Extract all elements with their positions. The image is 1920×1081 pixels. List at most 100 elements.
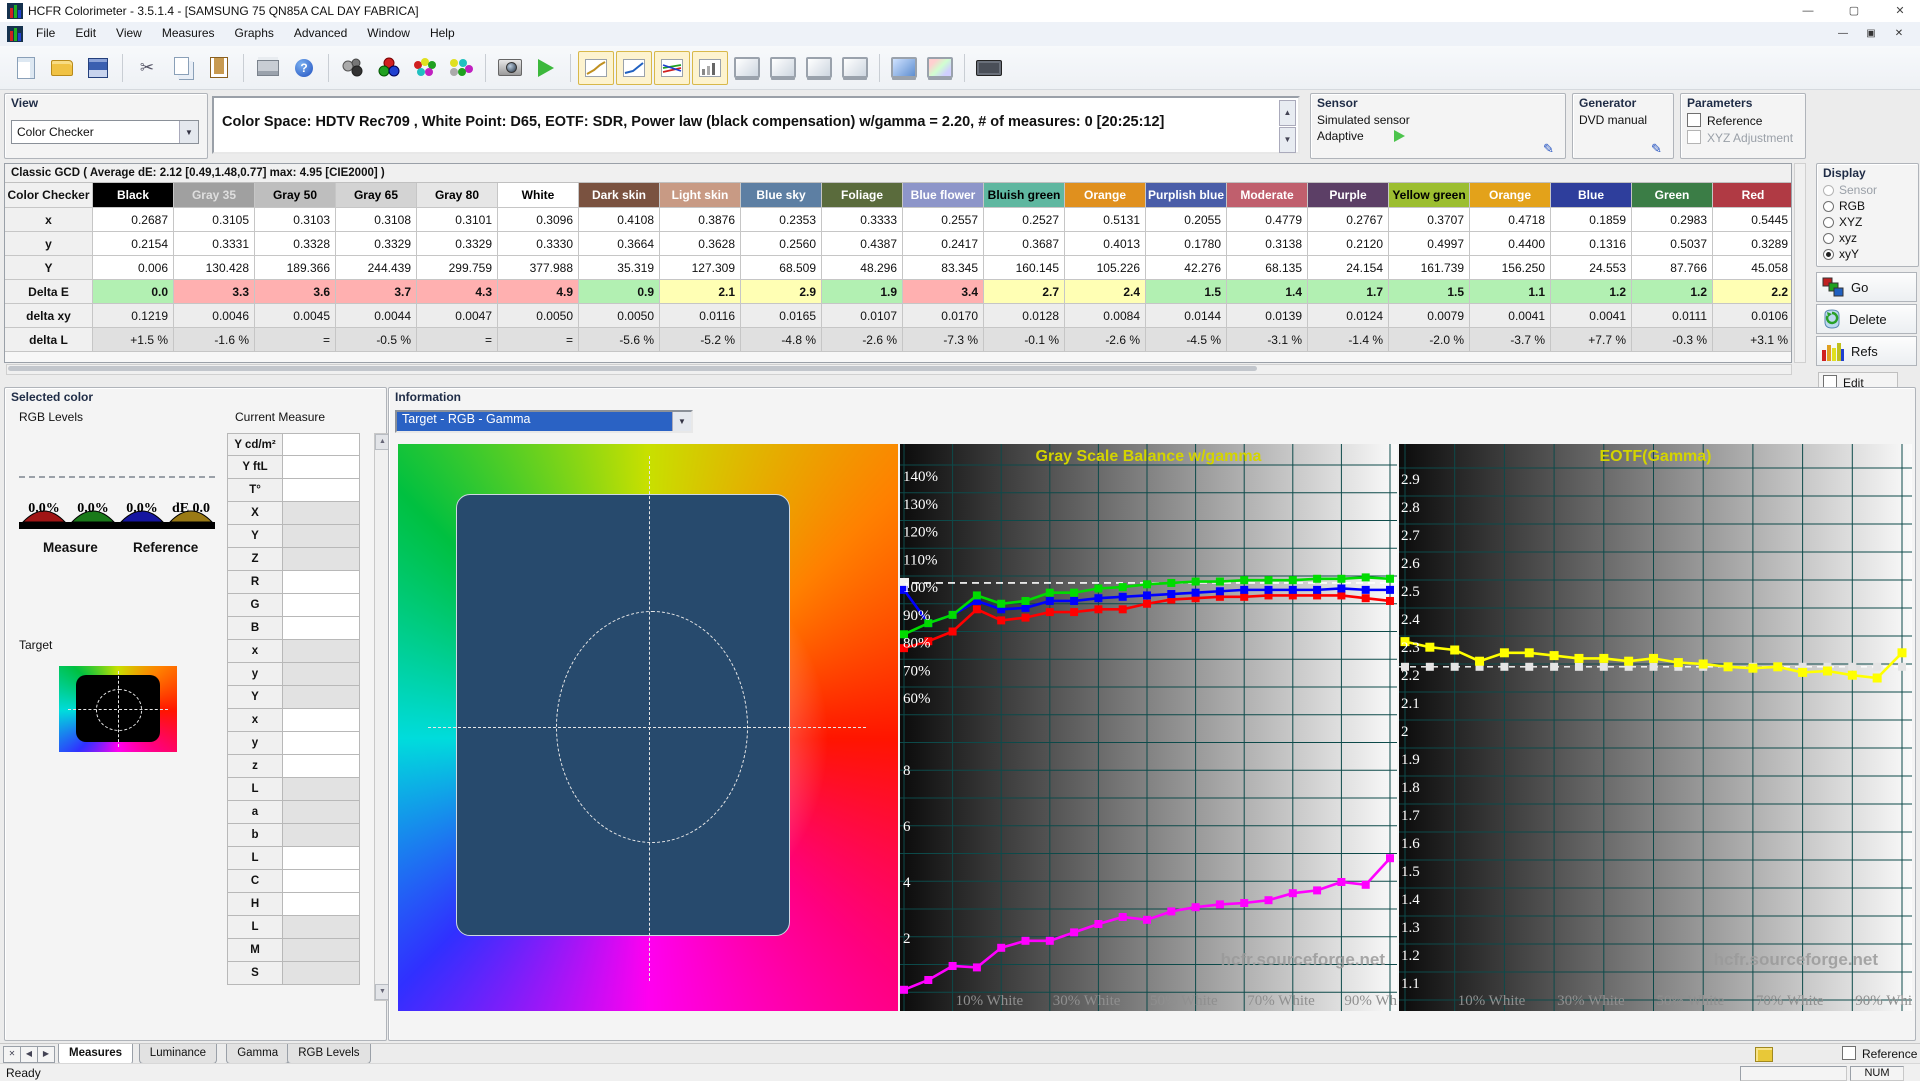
column-header[interactable]: Blue flower bbox=[903, 183, 984, 208]
view-measures-grid-button[interactable] bbox=[766, 52, 800, 84]
table-horizontal-scrollbar[interactable] bbox=[6, 364, 1792, 375]
new-file-button[interactable] bbox=[9, 52, 43, 84]
column-header[interactable]: Gray 65 bbox=[336, 183, 417, 208]
reference-checkbox[interactable]: Reference bbox=[1842, 1046, 1917, 1061]
reference-checkbox[interactable]: Reference bbox=[1681, 112, 1805, 129]
column-header[interactable]: Red bbox=[1713, 183, 1792, 208]
measure-primaries-button[interactable] bbox=[372, 52, 406, 84]
column-header[interactable]: Light skin bbox=[660, 183, 741, 208]
column-header[interactable]: Gray 80 bbox=[417, 183, 498, 208]
go-button[interactable]: Go bbox=[1816, 272, 1917, 302]
display-radio-xyz[interactable]: xyz bbox=[1817, 230, 1918, 246]
scrollbar-thumb[interactable] bbox=[8, 366, 1257, 371]
column-header[interactable]: Blue bbox=[1551, 183, 1632, 208]
view-luminance-button[interactable] bbox=[578, 51, 614, 85]
measure-row-value bbox=[283, 732, 360, 755]
print-button[interactable] bbox=[251, 52, 285, 84]
table-cell: 68.135 bbox=[1227, 256, 1308, 280]
tab-measures[interactable]: Measures bbox=[58, 1044, 133, 1065]
measure-colorchecker-button[interactable] bbox=[444, 52, 478, 84]
menu-item-advanced[interactable]: Advanced bbox=[284, 22, 357, 44]
view-pattern-blue-button[interactable] bbox=[887, 52, 921, 84]
spinner-up-icon[interactable]: ▲ bbox=[1279, 100, 1296, 126]
delete-button[interactable]: Delete bbox=[1816, 304, 1917, 334]
table-cell: -5.6 % bbox=[579, 328, 660, 352]
column-header[interactable]: Green bbox=[1632, 183, 1713, 208]
column-header[interactable]: Black bbox=[93, 183, 174, 208]
column-header[interactable]: Orange bbox=[1470, 183, 1551, 208]
current-measure-scrollbar[interactable]: ▲ ▼ bbox=[374, 433, 389, 1001]
cut-button[interactable]: ✂ bbox=[130, 52, 164, 84]
run-measures-button[interactable] bbox=[529, 52, 563, 84]
column-header[interactable]: Gray 35 bbox=[174, 183, 255, 208]
open-file-button[interactable] bbox=[45, 52, 79, 84]
view-rgb-levels-button[interactable] bbox=[654, 51, 690, 85]
display-radio-xyy[interactable]: xyY bbox=[1817, 246, 1918, 262]
table-vertical-scrollbar[interactable] bbox=[1794, 163, 1806, 363]
svg-text:10% White: 10% White bbox=[956, 993, 1024, 1009]
measure-row-value bbox=[283, 939, 360, 962]
tab-luminance[interactable]: Luminance bbox=[139, 1044, 217, 1064]
generator-edit-icon[interactable]: ✎ bbox=[1651, 141, 1667, 155]
column-header[interactable]: Moderate bbox=[1227, 183, 1308, 208]
mdi-minimize-icon[interactable]: — bbox=[1830, 26, 1856, 42]
column-header[interactable]: Orange bbox=[1065, 183, 1146, 208]
view-pattern-color-button[interactable] bbox=[923, 52, 957, 84]
close-icon[interactable]: ✕ bbox=[1880, 0, 1920, 22]
menu-item-measures[interactable]: Measures bbox=[152, 22, 225, 44]
mdi-restore-icon[interactable]: ▣ bbox=[1858, 26, 1884, 42]
table-cell: 0.0045 bbox=[255, 304, 336, 328]
column-header[interactable]: Foliage bbox=[822, 183, 903, 208]
menu-item-graphs[interactable]: Graphs bbox=[225, 22, 284, 44]
column-header[interactable]: Purplish blue bbox=[1146, 183, 1227, 208]
information-dropdown[interactable]: Target - RGB - Gamma ▼ bbox=[395, 410, 693, 433]
sensor-edit-icon[interactable]: ✎ bbox=[1543, 141, 1559, 155]
maximize-icon[interactable]: ▢ bbox=[1834, 0, 1874, 22]
table-cell: 45.058 bbox=[1713, 256, 1792, 280]
column-header[interactable]: Blue sky bbox=[741, 183, 822, 208]
paste-button[interactable] bbox=[202, 52, 236, 84]
mdi-close-icon[interactable]: ✕ bbox=[1886, 26, 1912, 42]
info-bar-spinner[interactable]: ▲ ▼ bbox=[1279, 100, 1296, 150]
column-header[interactable]: Gray 50 bbox=[255, 183, 336, 208]
capture-button[interactable] bbox=[493, 52, 527, 84]
minimize-icon[interactable]: — bbox=[1788, 0, 1828, 22]
display-radio-rgb[interactable]: RGB bbox=[1817, 198, 1918, 214]
refs-button[interactable]: Refs bbox=[1816, 336, 1917, 366]
view-cie-button[interactable] bbox=[730, 52, 764, 84]
svg-text:2.4: 2.4 bbox=[1401, 612, 1420, 628]
table-cell: 1.5 bbox=[1389, 280, 1470, 304]
tab-next-icon[interactable]: ▶ bbox=[37, 1046, 55, 1063]
measure-secondaries-button[interactable] bbox=[408, 52, 442, 84]
view-colortemp-button[interactable] bbox=[692, 51, 728, 85]
view-histogram-button[interactable] bbox=[802, 52, 836, 84]
column-header[interactable]: Bluish green bbox=[984, 183, 1065, 208]
svg-text:2.5: 2.5 bbox=[1401, 584, 1420, 600]
measure-grayscale-button[interactable] bbox=[336, 52, 370, 84]
menu-item-edit[interactable]: Edit bbox=[65, 22, 106, 44]
tab-rgb-levels[interactable]: RGB Levels bbox=[287, 1044, 370, 1064]
tab-gamma[interactable]: Gamma bbox=[226, 1044, 289, 1064]
column-header[interactable]: Purple bbox=[1308, 183, 1389, 208]
copy-button[interactable] bbox=[166, 52, 200, 84]
tab-close-icon[interactable]: ✕ bbox=[3, 1046, 21, 1063]
view-saturation-button[interactable] bbox=[838, 52, 872, 84]
menu-item-view[interactable]: View bbox=[106, 22, 152, 44]
checkbox-icon bbox=[1687, 113, 1701, 127]
column-header[interactable]: Yellow green bbox=[1389, 183, 1470, 208]
view-dropdown[interactable]: Color Checker ▼ bbox=[11, 120, 199, 144]
measure-row: z bbox=[227, 755, 373, 778]
spinner-down-icon[interactable]: ▼ bbox=[1279, 127, 1296, 153]
display-radio-xyz[interactable]: XYZ bbox=[1817, 214, 1918, 230]
tab-prev-icon[interactable]: ◀ bbox=[20, 1046, 38, 1063]
help-button[interactable]: ? bbox=[287, 52, 321, 84]
menu-item-window[interactable]: Window bbox=[357, 22, 420, 44]
menu-item-file[interactable]: File bbox=[26, 22, 65, 44]
sensor-run-icon[interactable] bbox=[1394, 130, 1405, 142]
menu-item-help[interactable]: Help bbox=[420, 22, 465, 44]
view-gamma-button[interactable] bbox=[616, 51, 652, 85]
save-button[interactable] bbox=[81, 52, 115, 84]
column-header[interactable]: White bbox=[498, 183, 579, 208]
column-header[interactable]: Dark skin bbox=[579, 183, 660, 208]
pattern-generator-button[interactable] bbox=[972, 52, 1006, 84]
